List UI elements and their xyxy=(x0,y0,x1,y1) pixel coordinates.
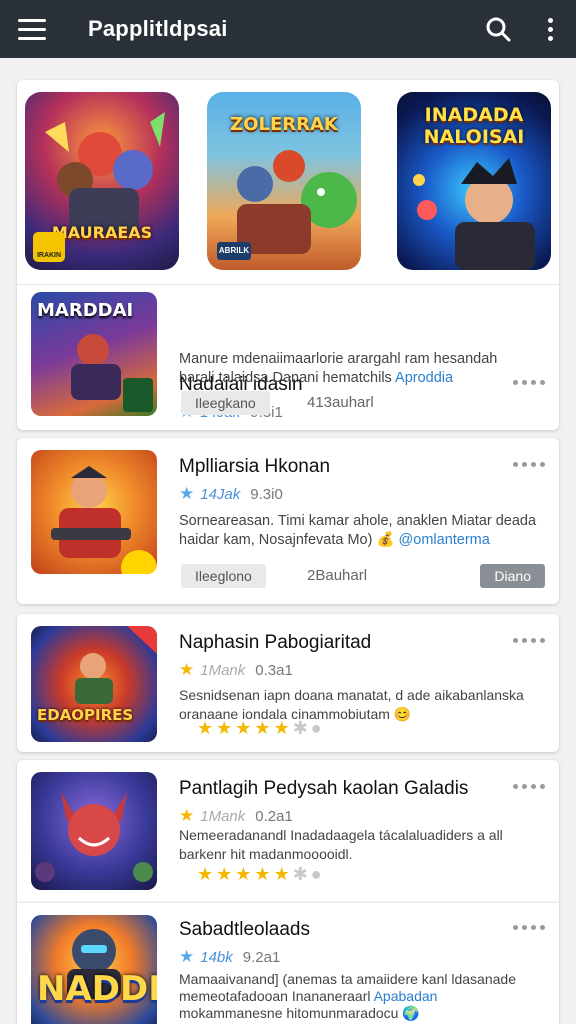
half-star-icon: ★ xyxy=(273,864,290,884)
star-icon: ★ xyxy=(235,864,252,884)
app-meta: ★ 14Jak 9.3i0 xyxy=(179,484,283,504)
description-line: barali talaidsa Danani hematchils Aprodd… xyxy=(179,370,454,386)
description-line: haidar kam, Nosajnfevata Mo) 💰 @omlanter… xyxy=(179,532,490,548)
description-line: Mamaaivanand] (anemas ta amaiidere kanl … xyxy=(179,971,516,987)
app-thumbnail-title: NADDI xyxy=(37,969,157,1009)
app-description: Sorneareasan. Timi kamar ahole, anaklen … xyxy=(179,512,549,550)
featured-tile-title: ZOLERRAK xyxy=(230,114,338,135)
star-icon: ★ xyxy=(179,484,195,503)
featured-tile-badge: ABRILK xyxy=(217,242,251,260)
item-more-icon[interactable] xyxy=(513,784,545,789)
rating: 1Mank xyxy=(200,808,246,825)
rating: 1Mank xyxy=(200,662,246,679)
size: 9.2a1 xyxy=(242,949,281,966)
description-line: Sesnidsenan iapn doana manatat, d ade ai… xyxy=(179,687,524,703)
star-icon: ★ xyxy=(254,864,271,884)
rating: 14Jak xyxy=(200,486,241,503)
rating: 14bk xyxy=(200,949,233,966)
description-link[interactable]: @omlanterma xyxy=(399,532,490,548)
app-card[interactable]: Pantlagih Pedysah kaolan Galadis ★ 1Mank 0… xyxy=(17,760,559,902)
half-star-icon: ★ xyxy=(273,718,290,738)
description-line: Nemeeradanandl Inadadaagela tácalaluadid… xyxy=(179,827,503,843)
app-meta: ★ 1Mank 0.2a1 xyxy=(179,806,293,826)
item-more-icon[interactable] xyxy=(513,462,545,467)
star-icon: ★ xyxy=(197,864,214,884)
app-card[interactable]: Mplliarsia Hkonan ★ 14Jak 9.3i0 Sorneareas… xyxy=(17,438,559,604)
app-thumbnail xyxy=(31,772,157,890)
app-bar: Papplitldpsai xyxy=(0,0,576,58)
install-button[interactable]: Diano xyxy=(480,564,545,588)
app-card[interactable]: NADDI Sabadtleolaads ★ 14bk 9.2a1 Mamaaiva… xyxy=(17,902,559,1024)
app-thumbnail: EDAOPIRES xyxy=(31,626,157,742)
app-name: Mplliarsia Hkonan xyxy=(179,456,331,477)
app-thumbnail-title: MARDDAI xyxy=(37,300,134,321)
app-name: Naphasin Pabogiaritad xyxy=(179,632,372,653)
download-count: 2Bauharl xyxy=(307,567,368,584)
featured-tile[interactable]: ZOLERRAK ABRILK xyxy=(207,92,361,270)
star-outline-icon: ✱ xyxy=(292,718,308,738)
app-name: Pantlagih Pedysah kaolan Galadis xyxy=(179,778,469,799)
featured-tile[interactable]: INADADA NALOISAI xyxy=(397,92,551,270)
featured-carousel: MAURAEAS IRAKIN ZOLERRAK ABRILK INADADA … xyxy=(25,92,551,270)
description-line: Sorneareasan. Timi kamar ahole, anaklen … xyxy=(179,513,537,529)
featured-tile-badge: IRAKIN xyxy=(33,232,65,262)
star-rating: ★ ★ ★ ★ ★ ✱ ● xyxy=(197,718,322,739)
description-link[interactable]: Apabadan xyxy=(374,988,438,1004)
featured-tile-title: INADADA NALOISAI xyxy=(423,104,525,148)
item-details: Manure mdenaiimaarlorie arargahl ram hes… xyxy=(17,346,559,430)
info-icon: ● xyxy=(310,864,322,884)
size: 0.2a1 xyxy=(255,808,293,825)
featured-tile[interactable]: MAURAEAS IRAKIN xyxy=(25,92,179,270)
app-description: Manure mdenaiimaarlorie arargahl ram hes… xyxy=(179,350,549,388)
app-description: Mamaaivanand] (anemas ta amaiidere kanl … xyxy=(179,971,549,1022)
hamburger-menu-icon[interactable] xyxy=(0,0,64,58)
info-icon: ● xyxy=(310,718,322,738)
description-line: barkenr hit madanmooooidl. xyxy=(179,846,353,862)
size: 9.3i0 xyxy=(250,486,283,503)
star-icon: ★ xyxy=(216,718,233,738)
app-thumbnail: NADDI xyxy=(31,915,157,1024)
search-icon[interactable] xyxy=(472,0,524,58)
app-thumbnail xyxy=(31,450,157,574)
star-icon: ★ xyxy=(254,718,271,738)
more-vertical-icon[interactable] xyxy=(524,0,576,58)
description-link[interactable]: Aproddia xyxy=(395,370,453,386)
app-title: Papplitldpsai xyxy=(88,16,228,41)
item-more-icon[interactable] xyxy=(513,638,545,643)
description-line: mokammanesne hitomunmaradocu 🌍 xyxy=(179,1005,420,1021)
app-meta: ★ 14bk 9.2a1 xyxy=(179,947,280,967)
category-chip[interactable]: Ileeglono xyxy=(181,564,266,588)
star-icon: ★ xyxy=(197,718,214,738)
app-name: Sabadtleolaads xyxy=(179,919,310,940)
app-thumbnail-title: EDAOPIRES xyxy=(37,706,134,724)
download-count: 413auharl xyxy=(307,394,374,411)
app-card[interactable]: EDAOPIRES Naphasin Pabogiaritad ★ 1Mank 0.… xyxy=(17,614,559,752)
star-icon: ★ xyxy=(179,806,195,825)
item-more-icon[interactable] xyxy=(513,925,545,930)
star-icon: ★ xyxy=(216,864,233,884)
star-rating: ★ ★ ★ ★ ★ ✱ ● xyxy=(197,864,322,885)
description-line: Manure mdenaiimaarlorie arargahl ram hes… xyxy=(179,351,498,367)
size: 0.3a1 xyxy=(255,662,293,679)
star-icon: ★ xyxy=(179,947,195,966)
star-icon: ★ xyxy=(235,718,252,738)
app-meta: ★ 1Mank 0.3a1 xyxy=(179,660,293,680)
star-outline-icon: ✱ xyxy=(292,864,308,884)
app-description: Nemeeradanandl Inadadaagela tácalaluadid… xyxy=(179,826,549,864)
description-line: memeotafadooan Inananeraarl Apabadan xyxy=(179,988,438,1004)
category-chip[interactable]: Ileegkano xyxy=(181,391,270,415)
star-icon: ★ xyxy=(179,660,195,679)
